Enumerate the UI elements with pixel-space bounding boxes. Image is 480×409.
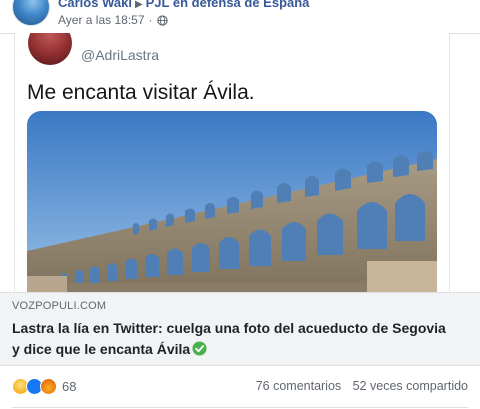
tweet-handle: @AdriLastra <box>81 47 160 63</box>
link-title-text: Lastra la lía en Twitter: cuelga una fot… <box>12 320 446 357</box>
comments-count-link[interactable]: 76 comentarios <box>256 379 341 393</box>
author-line: Carlos Waki ▶ PJL en defensa de España <box>58 0 309 10</box>
engagement-counts: 76 comentarios 52 veces compartido <box>256 379 468 393</box>
globe-icon[interactable] <box>156 14 168 26</box>
aqueduct-photo <box>27 111 437 292</box>
post-meta: Ayer a las 18:57 · <box>58 13 168 27</box>
reactions-summary[interactable]: 68 <box>12 378 76 395</box>
tweet-photo[interactable] <box>27 111 437 292</box>
footer-divider <box>12 407 468 408</box>
link-domain: VOZPOPULI.COM <box>12 300 107 312</box>
author-name[interactable]: Carlos Waki <box>58 0 132 10</box>
post-timestamp[interactable]: Ayer a las 18:57 <box>58 13 145 27</box>
meta-dot: · <box>148 13 153 27</box>
shares-count-link[interactable]: 52 veces compartido <box>353 379 468 393</box>
reaction-count: 68 <box>62 379 77 394</box>
post-header: Carlos Waki ▶ PJL en defensa de España Aye… <box>0 0 480 34</box>
tweet-text: Me encanta visitar Ávila. <box>27 81 255 104</box>
angry-icon <box>40 378 57 395</box>
link-title[interactable]: Lastra la lía en Twitter: cuelga una fot… <box>12 318 452 360</box>
check-circle-icon <box>192 341 207 356</box>
link-preview[interactable]: VOZPOPULI.COM Lastra la lía en Twitter: … <box>0 292 480 366</box>
group-name[interactable]: PJL en defensa de España <box>146 0 310 10</box>
author-avatar[interactable] <box>12 0 50 26</box>
tweet-author-avatar <box>28 33 72 65</box>
post-stats: 68 76 comentarios 52 veces compartido <box>0 366 480 408</box>
embedded-tweet[interactable]: @AdriLastra Me encanta visitar Ávila. <box>14 33 450 292</box>
arrow-separator-icon: ▶ <box>134 0 143 10</box>
